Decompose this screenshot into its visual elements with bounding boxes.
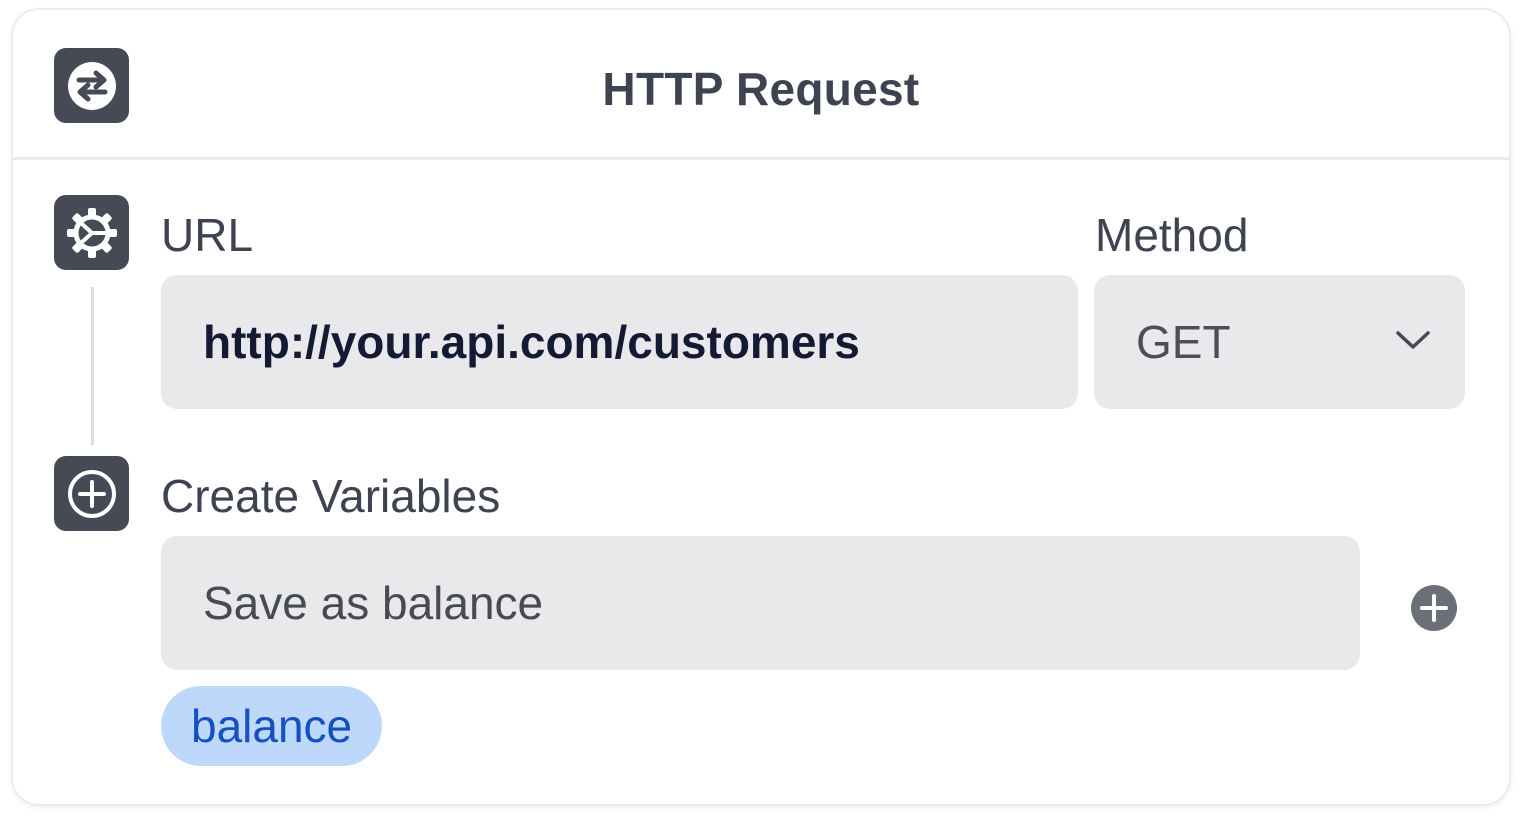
variable-name-value: Save as balance	[203, 577, 544, 629]
gear-icon	[54, 195, 129, 270]
card-header: HTTP Request	[13, 10, 1509, 160]
plus-icon	[54, 456, 129, 531]
method-label: Method	[1095, 209, 1249, 261]
url-label: URL	[161, 209, 254, 261]
chevron-down-icon	[1395, 329, 1431, 356]
url-input-value: http://your.api.com/customers	[203, 316, 860, 368]
step-connector-line	[91, 287, 94, 445]
url-input[interactable]: http://your.api.com/customers	[161, 275, 1078, 409]
method-select-value: GET	[1136, 316, 1231, 368]
variable-name-input[interactable]: Save as balance	[161, 536, 1360, 670]
method-select[interactable]: GET	[1094, 275, 1465, 409]
card-title: HTTP Request	[602, 63, 920, 115]
create-variables-label: Create Variables	[161, 470, 501, 522]
add-variable-button[interactable]	[1411, 585, 1457, 631]
variable-tag[interactable]: balance	[161, 686, 383, 766]
http-request-card: HTTP Request URL Method http://your.api.…	[11, 8, 1511, 806]
plus-circle-icon	[1411, 585, 1457, 631]
